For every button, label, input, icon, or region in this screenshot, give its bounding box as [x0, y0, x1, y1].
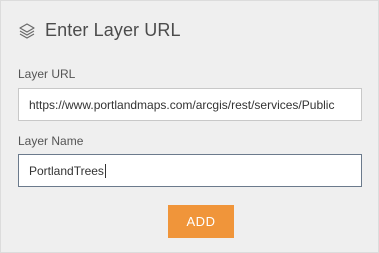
layer-name-input[interactable]: PortlandTrees — [18, 154, 362, 187]
layer-name-value: PortlandTrees — [29, 163, 104, 178]
layers-icon — [18, 22, 36, 40]
layer-url-label: Layer URL — [18, 67, 76, 81]
dialog-header: Enter Layer URL — [18, 20, 181, 41]
add-button[interactable]: ADD — [168, 205, 234, 238]
layer-url-value: https://www.portlandmaps.com/arcgis/rest… — [29, 97, 335, 112]
text-caret — [104, 163, 106, 178]
layer-url-input[interactable]: https://www.portlandmaps.com/arcgis/rest… — [18, 88, 362, 121]
layer-name-label: Layer Name — [18, 134, 84, 148]
add-layer-panel: Enter Layer URL Layer URL https://www.po… — [0, 0, 379, 253]
dialog-title: Enter Layer URL — [45, 20, 181, 40]
